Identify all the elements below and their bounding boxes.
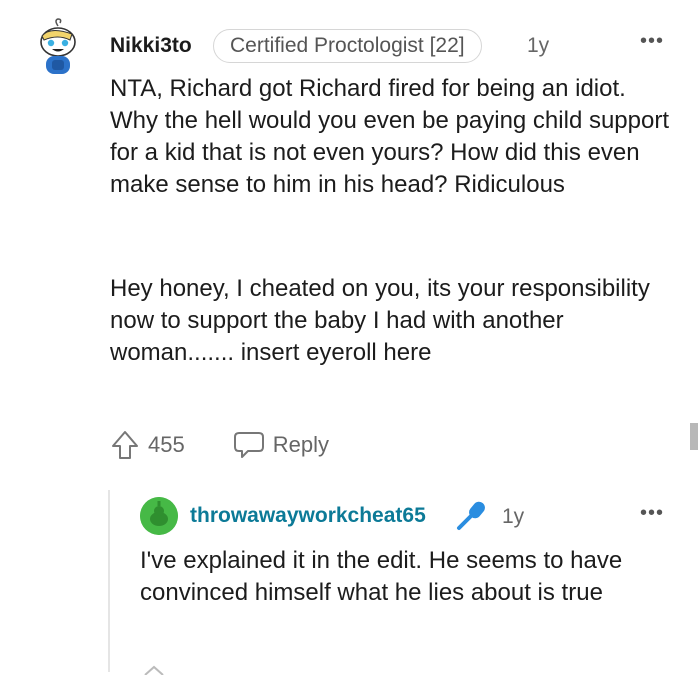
- reply-avatar[interactable]: [140, 497, 178, 535]
- scrollbar-thumb[interactable]: [690, 423, 698, 450]
- comment-paragraph: Hey honey, I cheated on you, its your re…: [110, 275, 650, 366]
- more-options-icon[interactable]: •••: [640, 502, 664, 525]
- snoo-avatar-icon: [140, 497, 178, 535]
- reply-label: Reply: [272, 432, 329, 457]
- comment-age: 1y: [527, 34, 550, 57]
- comment-actions: 455 Reply: [110, 428, 329, 462]
- user-flair: Certified Proctologist [22]: [213, 29, 482, 63]
- comment-paragraph: NTA, Richard got Richard fired for being…: [110, 75, 670, 198]
- thread-line[interactable]: [108, 490, 110, 672]
- user-avatar[interactable]: [36, 18, 80, 78]
- snoo-avatar-icon: [40, 18, 76, 74]
- reply-age: 1y: [502, 505, 525, 528]
- speech-bubble-icon: [233, 432, 264, 458]
- upvote-arrow-icon: [112, 431, 138, 459]
- reply-username[interactable]: throwawayworkcheat65: [190, 504, 426, 528]
- upvote-button[interactable]: 455: [110, 429, 185, 461]
- reply-button[interactable]: Reply: [233, 430, 329, 460]
- reply-body: I've explained it in the edit. He seems …: [140, 547, 623, 606]
- upvote-count: 455: [148, 432, 185, 457]
- reply-actions-partial: [140, 662, 200, 676]
- more-options-icon[interactable]: •••: [640, 30, 664, 53]
- microphone-icon: [454, 499, 488, 533]
- comment-username[interactable]: Nikki3to: [110, 34, 192, 58]
- comment-body: NTA, Richard got Richard fired for being…: [110, 73, 670, 369]
